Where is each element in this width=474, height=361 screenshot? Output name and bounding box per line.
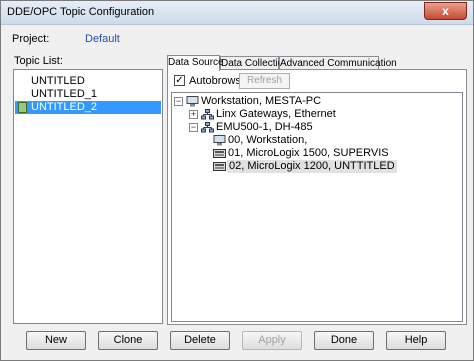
project-label: Project: xyxy=(12,33,50,45)
apply-button[interactable]: Apply xyxy=(242,331,302,350)
refresh-button[interactable]: Refresh xyxy=(239,73,290,89)
close-button[interactable]: x xyxy=(424,2,467,20)
clone-button[interactable]: Clone xyxy=(98,331,158,350)
topic-item-label: UNTITLED_1 xyxy=(31,88,98,100)
plc-icon xyxy=(213,162,226,171)
tree-node-station-01[interactable]: 01, MicroLogix 1500, SUPERVIS xyxy=(228,147,389,160)
network-icon xyxy=(201,109,214,120)
topic-item-label: UNTITLED_2 xyxy=(31,101,98,113)
collapse-expander[interactable]: − xyxy=(174,97,183,106)
network-icon xyxy=(201,122,214,133)
plc-icon xyxy=(213,149,226,158)
workstation-icon xyxy=(213,135,226,146)
tree-node-station-02[interactable]: 02, MicroLogix 1200, UNTTITLED xyxy=(227,160,397,173)
topic-item-label: UNTITLED xyxy=(31,75,85,87)
new-button[interactable]: New xyxy=(26,331,86,350)
tree-node-station-00[interactable]: 00, Workstation, xyxy=(228,134,307,147)
delete-button[interactable]: Delete xyxy=(170,331,230,350)
help-button[interactable]: Help xyxy=(386,331,446,350)
plc-topic-icon xyxy=(18,102,27,113)
project-value: Default xyxy=(85,33,120,45)
topic-item-untitled[interactable]: UNTITLED xyxy=(15,75,161,88)
data-source-tree[interactable]: − Workstation, MESTA-PC + Linx Gateways,… xyxy=(171,92,463,322)
tree-node-workstation[interactable]: Workstation, MESTA-PC xyxy=(201,95,321,108)
window-title: DDE/OPC Topic Configuration xyxy=(7,6,155,18)
tab-data-source[interactable]: Data Source xyxy=(167,55,224,71)
done-button[interactable]: Done xyxy=(314,331,374,350)
topic-item-untitled-1[interactable]: UNTITLED_1 xyxy=(15,88,161,101)
workstation-icon xyxy=(186,96,199,107)
collapse-expander[interactable]: − xyxy=(189,123,198,132)
tree-node-linx-gateways[interactable]: Linx Gateways, Ethernet xyxy=(216,108,336,121)
topic-list-label: Topic List: xyxy=(14,55,63,67)
tree-node-emu500[interactable]: EMU500-1, DH-485 xyxy=(216,121,313,134)
topic-item-untitled-2[interactable]: UNTITLED_2 xyxy=(15,101,161,114)
title-bar[interactable]: DDE/OPC Topic Configuration x xyxy=(1,1,473,25)
expand-expander[interactable]: + xyxy=(189,110,198,119)
dialog-window: DDE/OPC Topic Configuration x Project: D… xyxy=(0,0,474,361)
topic-listbox[interactable]: UNTITLED UNTITLED_1 UNTITLED_2 xyxy=(13,69,163,324)
autobrowse-checkbox[interactable]: ✓ xyxy=(174,75,185,86)
